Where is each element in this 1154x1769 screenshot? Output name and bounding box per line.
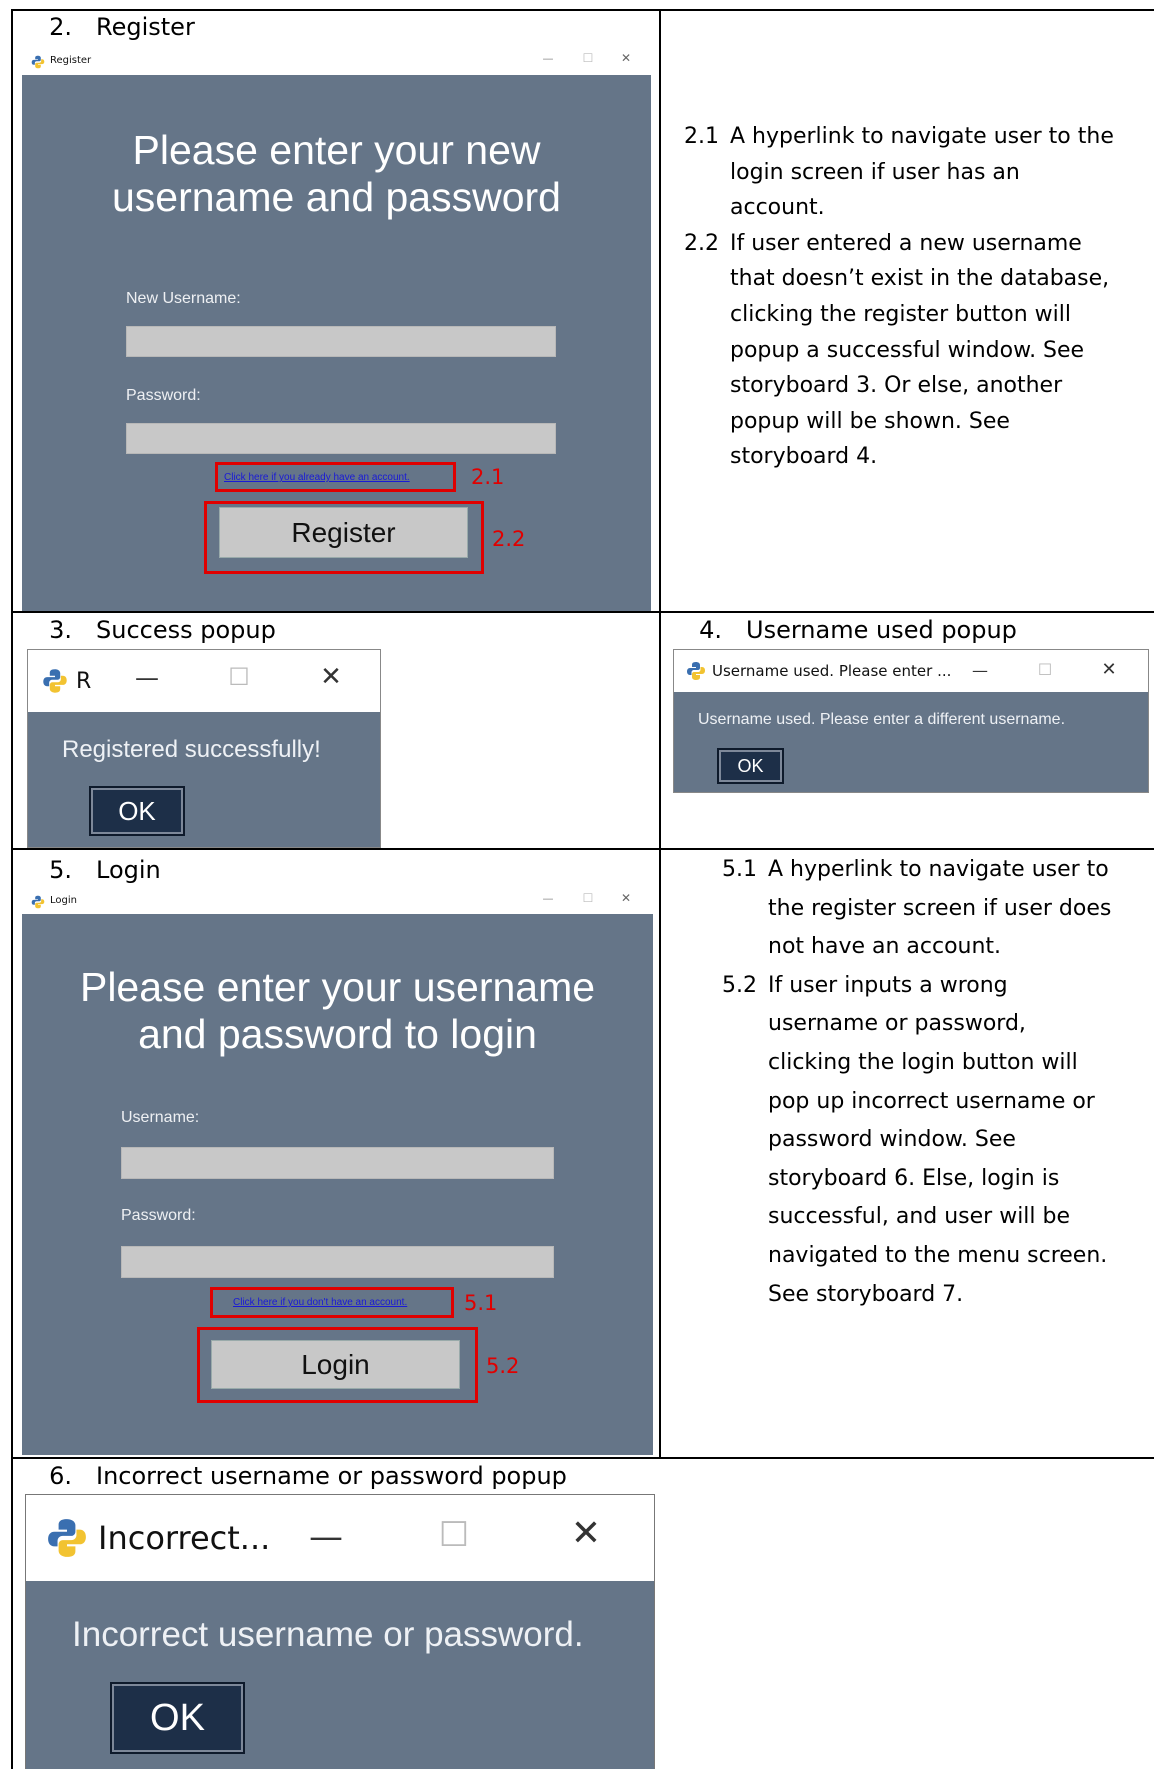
section-heading-success: 3. Success popup: [26, 616, 276, 644]
python-logo-icon: [686, 661, 706, 681]
close-icon[interactable]: ✕: [618, 51, 634, 65]
new-username-label: New Username:: [126, 290, 241, 307]
callout-box-5-1: [210, 1287, 454, 1318]
username-used-ok-button[interactable]: OK: [717, 748, 784, 784]
maximize-icon[interactable]: ☐: [226, 663, 252, 691]
table-border-top: [11, 9, 1154, 11]
note-2-2: 2.2 If user entered a new username that …: [684, 230, 1110, 470]
section-number: 3.: [49, 616, 72, 644]
note-5-2: 5.2 If user inputs a wrong username or p…: [722, 972, 1108, 1307]
login-heading-line-1: Please enter your username: [79, 964, 596, 1010]
section-title: Username used popup: [746, 616, 1017, 644]
success-title-bar: R — ☐ ✕: [28, 650, 380, 712]
success-ok-button[interactable]: OK: [89, 786, 185, 836]
register-heading-line-1: Please enter your new: [132, 127, 541, 173]
register-window-title: Register: [50, 55, 92, 66]
note-5-1: 5.1 A hyperlink to navigate user to the …: [722, 857, 1112, 960]
login-heading-line-2: and password to login: [138, 1011, 537, 1057]
incorrect-ok-button[interactable]: OK: [110, 1682, 245, 1754]
table-row-divider-3: [11, 1457, 1154, 1459]
maximize-icon[interactable]: ☐: [580, 51, 596, 65]
username-used-title-bar: Username used. Please enter ... — ☐ ✕: [674, 650, 1148, 692]
table-row-divider-1: [11, 611, 1154, 613]
minimize-icon[interactable]: —: [134, 664, 160, 692]
username-used-popup-window: Username used. Please enter ... — ☐ ✕ Us…: [673, 649, 1149, 793]
table-column-divider: [659, 9, 661, 1459]
new-username-input[interactable]: [126, 326, 556, 357]
python-logo-icon: [31, 54, 45, 68]
success-window-title: R: [76, 668, 92, 694]
section-number: 4.: [699, 616, 722, 644]
callout-label-5-2: 5.2: [486, 1354, 520, 1378]
username-input[interactable]: [121, 1147, 554, 1179]
minimize-icon[interactable]: —: [970, 661, 990, 680]
login-password-input[interactable]: [121, 1246, 554, 1278]
section-title: Success popup: [96, 616, 276, 644]
login-window-title: Login: [50, 895, 77, 906]
section-heading-login: 5. Login: [26, 856, 161, 884]
callout-label-5-1: 5.1: [464, 1291, 498, 1315]
close-icon[interactable]: ✕: [1099, 659, 1119, 680]
python-logo-icon: [46, 1517, 88, 1559]
callout-box-2-1: [215, 462, 456, 492]
close-icon[interactable]: ✕: [566, 1513, 606, 1554]
close-icon[interactable]: ✕: [618, 891, 634, 905]
incorrect-window-title: Incorrect...: [98, 1519, 271, 1557]
python-logo-icon: [31, 894, 45, 908]
register-notes: 2.1 A hyperlink to navigate user to the …: [684, 119, 1144, 475]
maximize-icon[interactable]: ☐: [580, 891, 596, 905]
register-password-input[interactable]: [126, 423, 556, 454]
python-logo-icon: [42, 668, 68, 694]
callout-box-2-2: [204, 501, 484, 574]
username-label: Username:: [121, 1109, 200, 1126]
minimize-icon[interactable]: —: [540, 52, 556, 65]
callout-box-5-2: [197, 1327, 478, 1403]
section-title: Incorrect username or password popup: [96, 1462, 567, 1490]
incorrect-title-bar: Incorrect... — ☐ ✕: [26, 1495, 654, 1581]
maximize-icon[interactable]: ☐: [434, 1515, 474, 1555]
callout-label-2-2: 2.2: [492, 527, 526, 551]
close-icon[interactable]: ✕: [318, 662, 344, 692]
minimize-icon[interactable]: —: [540, 892, 556, 905]
login-password-label: Password:: [121, 1207, 196, 1224]
success-popup-window: R — ☐ ✕ Registered successfully! OK: [27, 649, 381, 848]
register-password-label: Password:: [126, 387, 201, 404]
section-number: 2.: [49, 13, 72, 41]
register-title-bar: Register — ☐ ✕: [22, 46, 651, 75]
section-heading-incorrect: 6. Incorrect username or password popup: [26, 1462, 567, 1490]
username-used-message: Username used. Please enter a different …: [698, 711, 1066, 728]
maximize-icon[interactable]: ☐: [1035, 660, 1055, 679]
section-heading-username-used: 4. Username used popup: [676, 616, 1017, 644]
register-heading-line-2: username and password: [112, 174, 561, 220]
login-title-bar: Login — ☐ ✕: [22, 887, 653, 914]
section-heading-register: 2. Register: [26, 13, 195, 41]
table-row-divider-2: [11, 848, 1154, 850]
callout-label-2-1: 2.1: [471, 465, 505, 489]
note-2-1: 2.1 A hyperlink to navigate user to the …: [684, 124, 1114, 221]
username-used-window-title: Username used. Please enter ...: [712, 662, 952, 680]
login-notes: 5.1 A hyperlink to navigate user to the …: [722, 851, 1152, 1314]
incorrect-popup-window: Incorrect... — ☐ ✕ Incorrect username or…: [25, 1494, 655, 1769]
section-number: 5.: [49, 856, 72, 884]
success-message: Registered successfully!: [62, 736, 321, 763]
section-title: Register: [96, 13, 195, 41]
incorrect-message: Incorrect username or password.: [72, 1615, 584, 1654]
table-border-left: [11, 9, 13, 1769]
section-number: 6.: [49, 1462, 72, 1490]
minimize-icon[interactable]: —: [306, 1517, 346, 1557]
section-title: Login: [96, 856, 161, 884]
